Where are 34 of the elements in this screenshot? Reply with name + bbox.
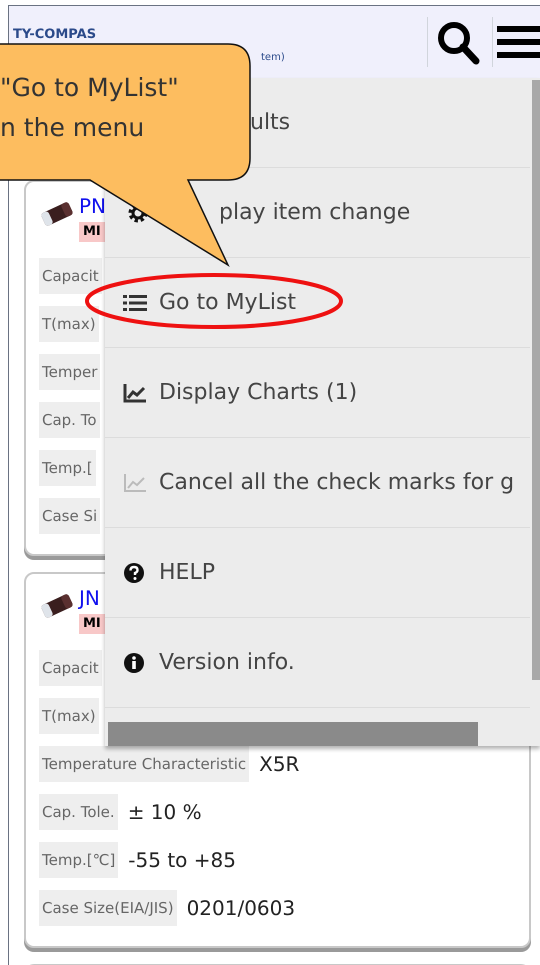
spec-label: T(max) <box>39 698 99 734</box>
spec-label: Temp.[ <box>39 450 96 486</box>
menu-item[interactable]: Display Charts (1) <box>105 348 530 438</box>
spec-label: Case Si <box>39 498 100 534</box>
part-number-link[interactable]: JN <box>79 586 100 610</box>
series-tag: MI <box>79 222 105 242</box>
spec-value: ± 10 % <box>128 799 202 826</box>
help-icon <box>123 562 145 584</box>
line-chart-icon <box>123 472 147 492</box>
spec-label: Case Size(EIA/JIS) <box>39 890 177 926</box>
part-number-link[interactable]: PN <box>79 194 106 218</box>
info-icon <box>123 652 145 674</box>
spec-value: -55 to +85 <box>128 847 236 874</box>
spec-label: Capacit <box>39 258 102 294</box>
menu-item[interactable]: Version info. <box>105 618 530 708</box>
spec-value: 0201/0603 <box>186 895 296 922</box>
list-icon <box>123 292 147 312</box>
subtitle-text: tem) <box>261 53 285 63</box>
line-chart-icon <box>123 382 147 402</box>
menu-item[interactable]: Go to MyList <box>105 258 530 348</box>
spec-label: Temp.[℃] <box>39 842 118 878</box>
spec-label: Cap. Tole. <box>39 794 118 830</box>
scrollbar-thumb[interactable] <box>532 80 540 680</box>
spec-label: Capacit <box>39 650 102 686</box>
spec-value: X5R <box>259 751 300 778</box>
spec-label: Temper <box>39 354 100 390</box>
scrollbar-thumb[interactable] <box>108 722 478 746</box>
spec-label: T(max) <box>39 306 99 342</box>
series-tag: MI <box>79 614 105 634</box>
menu-item[interactable]: Cancel all the check marks for g <box>105 438 530 528</box>
spec-label: Temperature Characteristic <box>39 746 250 782</box>
logo-text: TY-COMPAS <box>13 28 96 41</box>
menu-item[interactable]: HELP <box>105 528 530 618</box>
spec-label: Cap. To <box>39 402 100 438</box>
